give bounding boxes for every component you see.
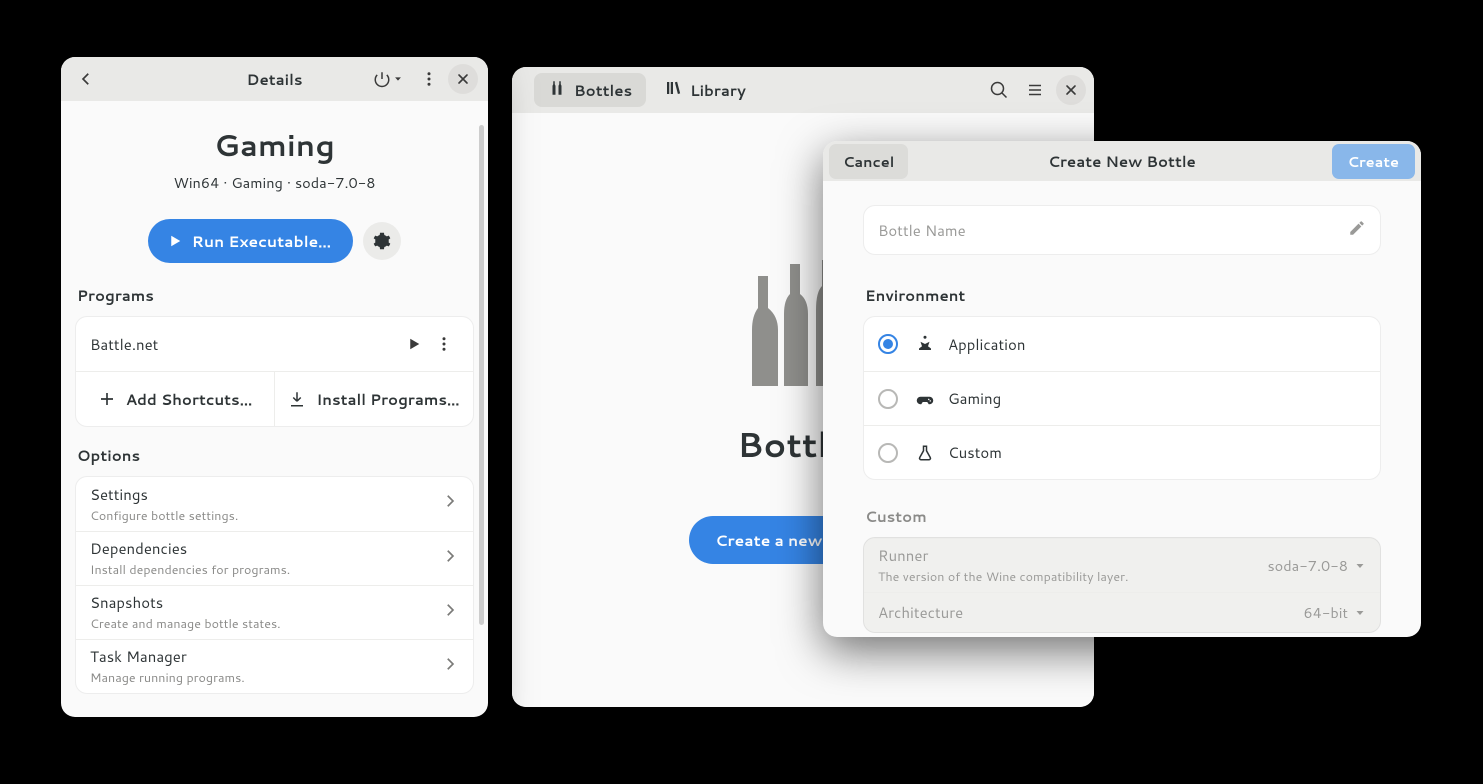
tab-bottles-label: Bottles [574, 80, 632, 101]
bottles-icon [548, 79, 566, 102]
env-application[interactable]: Application [864, 317, 1380, 371]
runner-row[interactable]: Runner The version of the Wine compatibi… [864, 538, 1380, 592]
program-name: Battle.net [90, 334, 158, 355]
architecture-title: Architecture [878, 602, 963, 623]
back-button[interactable] [71, 64, 101, 94]
kebab-menu-button[interactable] [414, 64, 444, 94]
edit-icon [1348, 219, 1366, 242]
option-settings[interactable]: Settings Configure bottle settings. [76, 477, 473, 531]
bottle-name-placeholder: Bottle Name [878, 220, 966, 241]
tab-library[interactable]: Library [650, 73, 760, 107]
option-title: Task Manager [90, 646, 245, 667]
create-button[interactable]: Create [1332, 144, 1415, 179]
scrollbar[interactable] [479, 125, 484, 625]
bottle-name-input[interactable]: Bottle Name [863, 205, 1381, 255]
bottle-name: Gaming [75, 123, 474, 166]
chevron-left-icon [77, 70, 95, 88]
install-programs-label: Install Programs… [316, 389, 459, 410]
application-icon [914, 335, 936, 353]
chevron-right-icon [441, 547, 459, 571]
main-headerbar: Bottles Library [512, 67, 1094, 113]
program-row[interactable]: Battle.net [76, 317, 473, 371]
close-icon [1063, 82, 1079, 98]
play-icon [405, 335, 423, 353]
program-play-button[interactable] [399, 329, 429, 359]
chevron-right-icon [441, 492, 459, 516]
option-sub: Install dependencies for programs. [90, 561, 290, 579]
tab-library-label: Library [690, 80, 746, 101]
gamepad-icon [914, 390, 936, 408]
kebab-icon [435, 335, 453, 353]
bottle-subtitle: Win64 · Gaming · soda-7.0-8 [75, 172, 474, 193]
option-title: Dependencies [90, 538, 290, 559]
chevron-down-icon [393, 74, 403, 84]
chevron-right-icon [441, 601, 459, 625]
power-icon [373, 70, 391, 88]
search-icon [990, 81, 1008, 99]
radio-icon [878, 389, 898, 409]
close-button[interactable] [448, 64, 478, 94]
install-programs-button[interactable]: Install Programs… [274, 372, 473, 426]
details-window: Details Gaming Win64 · Gaming · soda-7.0… [61, 57, 488, 717]
option-title: Snapshots [90, 592, 281, 613]
create-bottle-dialog: Cancel Create New Bottle Create Bottle N… [823, 141, 1421, 637]
cancel-button[interactable]: Cancel [829, 144, 908, 179]
kebab-icon [420, 70, 438, 88]
option-task-manager[interactable]: Task Manager Manage running programs. [76, 639, 473, 693]
option-sub: Create and manage bottle states. [90, 615, 281, 633]
option-sub: Configure bottle settings. [90, 507, 238, 525]
runner-title: Runner [878, 545, 1128, 566]
custom-heading: Custom [865, 506, 1379, 527]
env-label: Application [948, 334, 1026, 355]
option-title: Settings [90, 484, 238, 505]
programs-heading: Programs [77, 285, 472, 306]
environment-card: Application Gaming Custom [863, 316, 1381, 480]
environment-heading: Environment [865, 285, 1379, 306]
radio-icon [878, 443, 898, 463]
programs-card: Battle.net Add Shortcuts… Install Progra… [75, 316, 474, 427]
add-shortcuts-button[interactable]: Add Shortcuts… [76, 372, 274, 426]
radio-selected-icon [878, 334, 898, 354]
hamburger-menu-button[interactable] [1020, 75, 1050, 105]
custom-card: Runner The version of the Wine compatibi… [863, 537, 1381, 633]
architecture-value: 64-bit [1303, 602, 1366, 623]
chevron-down-icon [1354, 560, 1366, 572]
add-shortcuts-label: Add Shortcuts… [126, 389, 253, 410]
bottle-settings-button[interactable] [363, 222, 401, 260]
create-headerbar: Cancel Create New Bottle Create [823, 141, 1421, 181]
power-menu-button[interactable] [366, 64, 410, 94]
gear-icon [373, 232, 391, 250]
plus-icon [98, 390, 116, 408]
hamburger-icon [1026, 81, 1044, 99]
env-custom[interactable]: Custom [864, 425, 1380, 479]
chevron-down-icon [1354, 607, 1366, 619]
options-heading: Options [77, 445, 472, 466]
tab-bottles[interactable]: Bottles [534, 73, 646, 107]
runner-value: soda-7.0-8 [1267, 555, 1366, 576]
program-menu-button[interactable] [429, 329, 459, 359]
play-icon [166, 232, 184, 250]
architecture-row[interactable]: Architecture 64-bit [864, 592, 1380, 632]
close-icon [455, 71, 471, 87]
chevron-right-icon [441, 655, 459, 679]
flask-icon [914, 444, 936, 462]
option-dependencies[interactable]: Dependencies Install dependencies for pr… [76, 531, 473, 585]
search-button[interactable] [984, 75, 1014, 105]
env-label: Gaming [948, 388, 1001, 409]
env-label: Custom [948, 442, 1002, 463]
details-headerbar: Details [61, 57, 488, 101]
run-executable-label: Run Executable… [192, 230, 331, 252]
download-icon [288, 390, 306, 408]
close-button[interactable] [1056, 75, 1086, 105]
option-snapshots[interactable]: Snapshots Create and manage bottle state… [76, 585, 473, 639]
run-executable-button[interactable]: Run Executable… [148, 219, 353, 263]
runner-sub: The version of the Wine compatibility la… [878, 568, 1128, 586]
library-icon [664, 79, 682, 102]
options-card: Settings Configure bottle settings. Depe… [75, 476, 474, 694]
option-sub: Manage running programs. [90, 669, 245, 687]
env-gaming[interactable]: Gaming [864, 371, 1380, 425]
